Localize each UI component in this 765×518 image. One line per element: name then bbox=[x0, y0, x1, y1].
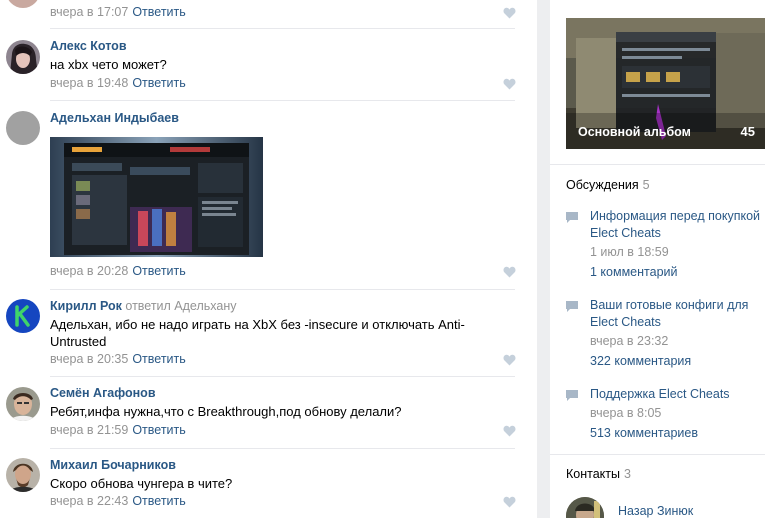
comment-date[interactable]: вчера в 20:35 bbox=[50, 352, 128, 366]
comment-meta: вчера в 17:07 Ответить bbox=[50, 5, 186, 19]
topic-comments[interactable]: 513 комментариев bbox=[590, 426, 698, 440]
comment-item: Михаил Бочарников Скоро обнова чунгера в… bbox=[0, 449, 537, 518]
topic-date: вчера в 8:05 bbox=[590, 406, 662, 420]
avatar[interactable] bbox=[6, 387, 40, 421]
reply-to-label[interactable]: ответил Адельхану bbox=[125, 299, 236, 313]
avatar-image bbox=[6, 458, 40, 492]
album-label: Основной альбом bbox=[578, 125, 691, 139]
contact-name[interactable]: Назар Зинюк bbox=[618, 504, 693, 518]
reply-link[interactable]: Ответить bbox=[132, 494, 185, 508]
comment-author[interactable]: Семён Агафонов bbox=[50, 386, 156, 400]
topic-comments[interactable]: 1 комментарий bbox=[590, 265, 677, 279]
comment-meta: вчера в 20:35 Ответить bbox=[50, 352, 186, 366]
comment-meta: вчера в 19:48 Ответить bbox=[50, 76, 186, 90]
comment-item: вчера в 17:07 Ответить bbox=[0, 0, 537, 29]
reply-link[interactable]: Ответить bbox=[132, 5, 185, 19]
sidebar: Основной альбом 45 Обсуждения 5 Информаци… bbox=[550, 0, 765, 518]
discussion-icon bbox=[566, 301, 578, 312]
comment-text: Ребят,инфа нужна,что с Breakthrough,под … bbox=[50, 404, 402, 419]
comment-item: Алекс Котов на xbx чето может? вчера в 1… bbox=[0, 29, 537, 101]
reply-link[interactable]: Ответить bbox=[132, 76, 185, 90]
comment-date[interactable]: вчера в 21:59 bbox=[50, 423, 128, 437]
topic-date: вчера в 23:32 bbox=[590, 334, 669, 348]
comment-date[interactable]: вчера в 22:43 bbox=[50, 494, 128, 508]
comment-author[interactable]: Алекс Котов bbox=[50, 39, 127, 53]
heart-icon[interactable] bbox=[503, 354, 516, 366]
album-cover[interactable]: Основной альбом 45 bbox=[566, 18, 765, 149]
comment-meta: вчера в 20:28 Ответить bbox=[50, 264, 186, 278]
heart-icon[interactable] bbox=[503, 7, 516, 19]
avatar[interactable] bbox=[6, 0, 40, 8]
separator bbox=[550, 164, 765, 165]
reply-link[interactable]: Ответить bbox=[132, 264, 185, 278]
comment-meta: вчера в 21:59 Ответить bbox=[50, 423, 186, 437]
comment-item: Кирилл Рок ответил Адельхану Адельхан, и… bbox=[0, 290, 537, 377]
reply-link[interactable]: Ответить bbox=[132, 352, 185, 366]
heart-icon[interactable] bbox=[503, 425, 516, 437]
author-name[interactable]: Кирилл Рок bbox=[50, 299, 122, 313]
avatar-image bbox=[6, 387, 40, 421]
comment-date[interactable]: вчера в 19:48 bbox=[50, 76, 128, 90]
heart-icon[interactable] bbox=[503, 78, 516, 90]
avatar[interactable] bbox=[6, 458, 40, 492]
topic-title[interactable]: Ваши готовые конфиги для Elect Cheats bbox=[590, 297, 765, 331]
comment-author[interactable]: Адельхан Индыбаев bbox=[50, 111, 179, 125]
contacts-header[interactable]: Контакты 3 bbox=[566, 467, 631, 481]
comment-meta: вчера в 22:43 Ответить bbox=[50, 494, 186, 508]
topic-title[interactable]: Поддержка Elect Cheats bbox=[590, 386, 765, 403]
topic-comments[interactable]: 322 комментария bbox=[590, 354, 691, 368]
album-count: 45 bbox=[740, 124, 755, 139]
screenshot-thumbnail bbox=[50, 137, 263, 257]
comment-text: на xbx чето может? bbox=[50, 57, 167, 72]
comment-item: Адельхан Индыбаев вчера в 20:28 Ответить bbox=[0, 101, 537, 290]
avatar[interactable] bbox=[6, 40, 40, 74]
comment-author: Кирилл Рок ответил Адельхану bbox=[50, 299, 237, 313]
avatar[interactable] bbox=[6, 111, 40, 145]
avatar-image bbox=[6, 299, 40, 333]
avatar-image bbox=[6, 40, 40, 74]
separator bbox=[550, 454, 765, 455]
discussions-title: Обсуждения bbox=[566, 178, 639, 192]
avatar[interactable] bbox=[6, 299, 40, 333]
comment-author[interactable]: Михаил Бочарников bbox=[50, 458, 176, 472]
discussion-icon bbox=[566, 212, 578, 223]
attached-image[interactable] bbox=[50, 137, 263, 257]
topic-title[interactable]: Информация перед покупкой Elect Cheats bbox=[590, 208, 765, 242]
topic-date: 1 июл в 18:59 bbox=[590, 245, 669, 259]
comment-text: Скоро обнова чунгера в чите? bbox=[50, 476, 233, 491]
discussions-header[interactable]: Обсуждения 5 bbox=[566, 178, 650, 192]
comment-date[interactable]: вчера в 20:28 bbox=[50, 264, 128, 278]
comments-panel: вчера в 17:07 Ответить Алекс Котов на xbx… bbox=[0, 0, 537, 518]
heart-icon[interactable] bbox=[503, 266, 516, 278]
avatar-image bbox=[566, 497, 604, 518]
discussions-count: 5 bbox=[642, 178, 650, 192]
avatar[interactable] bbox=[566, 497, 604, 518]
contacts-count: 3 bbox=[624, 467, 631, 481]
comment-text: Адельхан, ибо не надо играть на XbX без … bbox=[50, 317, 465, 349]
comment-date[interactable]: вчера в 17:07 bbox=[50, 5, 128, 19]
discussion-icon bbox=[566, 390, 578, 401]
contacts-title: Контакты bbox=[566, 467, 620, 481]
reply-link[interactable]: Ответить bbox=[132, 423, 185, 437]
comment-item: Семён Агафонов Ребят,инфа нужна,что с Br… bbox=[0, 377, 537, 449]
heart-icon[interactable] bbox=[503, 496, 516, 508]
